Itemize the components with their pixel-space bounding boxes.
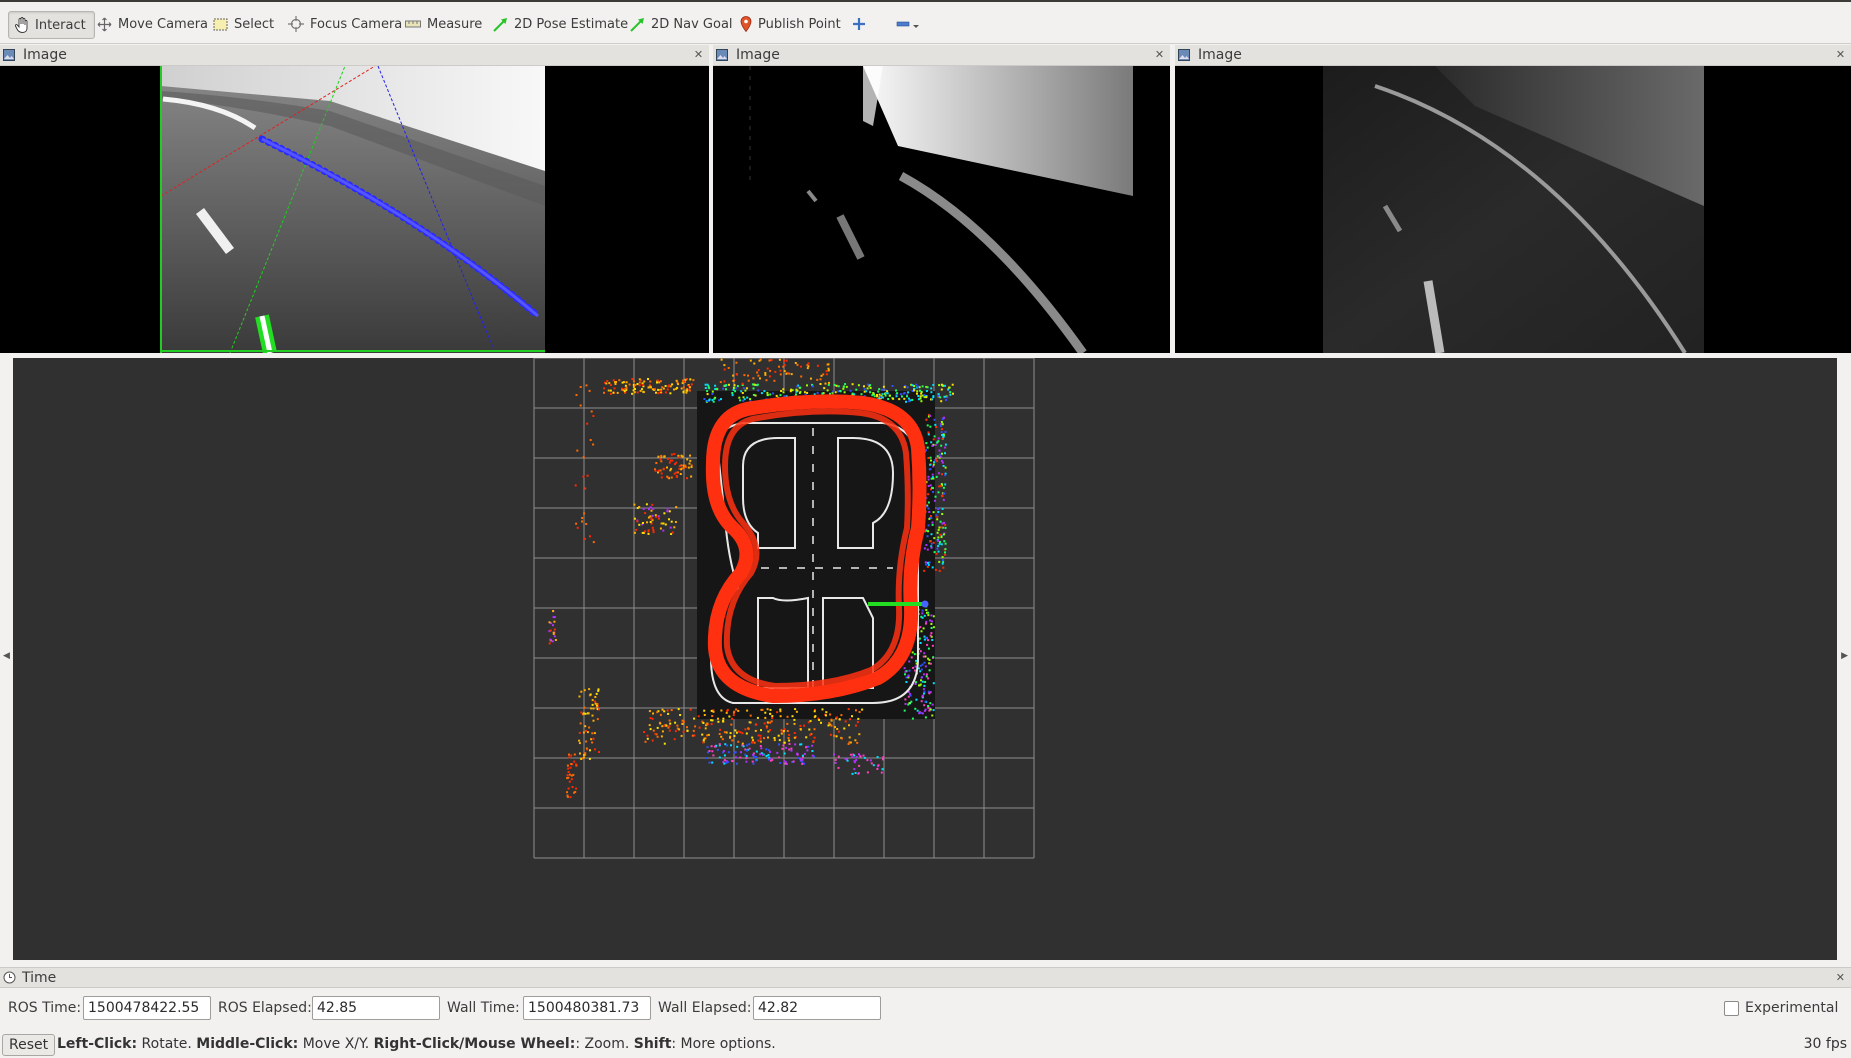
close-icon[interactable]: ✕ [1834, 48, 1847, 61]
interact-tool-button[interactable]: Interact [8, 11, 95, 39]
wall-time-label: Wall Time: [447, 1000, 520, 1016]
remove-tool-button[interactable] [896, 11, 920, 37]
move-camera-tool-button[interactable]: Move Camera [97, 11, 208, 37]
pose-estimate-tool-button[interactable]: 2D Pose Estimate [493, 11, 628, 37]
help-desc: : Zoom. [575, 1036, 634, 1052]
select-tool-label: Select [234, 16, 275, 32]
focus-camera-tool-button[interactable]: Focus Camera [288, 11, 402, 37]
status-bar: Reset Left-Click: Rotate. Middle-Click: … [0, 1031, 1851, 1058]
image-display-icon [1178, 49, 1190, 61]
toolbar: Interact Move Camera Select Focus Camera… [0, 0, 1851, 44]
help-key: Right-Click/Mouse Wheel: [373, 1036, 576, 1052]
time-panel-title: Time [22, 969, 57, 986]
reset-button[interactable]: Reset [2, 1034, 56, 1056]
camera-image-lane-detection[interactable] [0, 66, 709, 353]
image-panel-3-title: Image [1198, 47, 1242, 63]
help-desc: : More options. [671, 1036, 776, 1052]
help-desc: Rotate. [137, 1036, 197, 1052]
map-pin-icon [740, 16, 752, 32]
help-key: Middle-Click: [196, 1036, 299, 1052]
wall-elapsed-label: Wall Elapsed: [658, 1000, 752, 1016]
select-icon [213, 18, 228, 30]
image-display-icon [3, 49, 15, 61]
close-icon[interactable]: ✕ [692, 48, 705, 61]
image-display-icon [716, 49, 728, 61]
ros-time-field[interactable] [83, 996, 211, 1020]
move-camera-icon [97, 17, 112, 31]
help-key: Shift [633, 1036, 672, 1052]
measure-tool-button[interactable]: Measure [405, 11, 482, 37]
nav-goal-tool-label: 2D Nav Goal [651, 16, 733, 32]
wall-time-field[interactable] [523, 996, 651, 1020]
ros-elapsed-label: ROS Elapsed: [218, 1000, 312, 1016]
time-panel: ROS Time: ROS Elapsed: Wall Time: Wall E… [0, 994, 1851, 1022]
measure-tool-label: Measure [427, 16, 483, 32]
experimental-label: Experimental [1745, 1000, 1839, 1016]
interact-tool-label: Interact [35, 17, 86, 33]
nav-goal-tool-button[interactable]: 2D Nav Goal [630, 11, 733, 37]
right-dock-arrow-icon[interactable]: ▶ [1841, 651, 1848, 661]
depth-image[interactable] [713, 66, 1170, 353]
help-desc: Move X/Y. [298, 1036, 374, 1052]
fps-counter: 30 fps [1803, 1036, 1847, 1052]
image-panel-2-title: Image [736, 47, 780, 63]
experimental-checkbox[interactable] [1724, 1001, 1739, 1016]
clock-icon [3, 971, 16, 984]
minus-icon [896, 21, 919, 28]
focus-camera-tool-label: Focus Camera [310, 16, 403, 32]
ros-elapsed-field[interactable] [312, 996, 440, 1020]
image-panel-2: Image ✕ [713, 45, 1170, 353]
move-camera-tool-label: Move Camera [118, 16, 209, 32]
image-panel-3: Image ✕ [1175, 45, 1851, 353]
select-tool-button[interactable]: Select [213, 11, 274, 37]
hand-icon [15, 17, 28, 33]
help-text: Left-Click: Rotate. Middle-Click: Move X… [57, 1036, 776, 1052]
pose-estimate-arrow-icon [493, 17, 507, 32]
image-panel-1-titlebar: Image ✕ [0, 45, 709, 66]
3d-viewport[interactable] [13, 358, 1837, 960]
time-panel-titlebar: Time ✕ [0, 967, 1851, 988]
image-panel-3-titlebar: Image ✕ [1175, 45, 1851, 66]
nav-goal-arrow-icon [630, 17, 644, 32]
ros-time-label: ROS Time: [8, 1000, 82, 1016]
left-dock-arrow-icon[interactable]: ◀ [3, 651, 10, 661]
help-key: Left-Click: [57, 1036, 138, 1052]
infrared-image[interactable] [1175, 66, 1851, 353]
image-panel-1: Image ✕ [0, 45, 709, 353]
image-panel-2-titlebar: Image ✕ [713, 45, 1170, 66]
plus-icon [853, 18, 865, 30]
measure-icon [405, 20, 421, 28]
close-icon[interactable]: ✕ [1153, 48, 1166, 61]
focus-camera-icon [288, 16, 304, 32]
add-tool-button[interactable] [852, 11, 866, 37]
publish-point-tool-button[interactable]: Publish Point [740, 11, 841, 37]
image-panel-1-title: Image [23, 47, 67, 63]
pose-estimate-tool-label: 2D Pose Estimate [514, 16, 629, 32]
publish-point-tool-label: Publish Point [758, 16, 841, 32]
close-icon[interactable]: ✕ [1836, 971, 1845, 984]
wall-elapsed-field[interactable] [753, 996, 881, 1020]
